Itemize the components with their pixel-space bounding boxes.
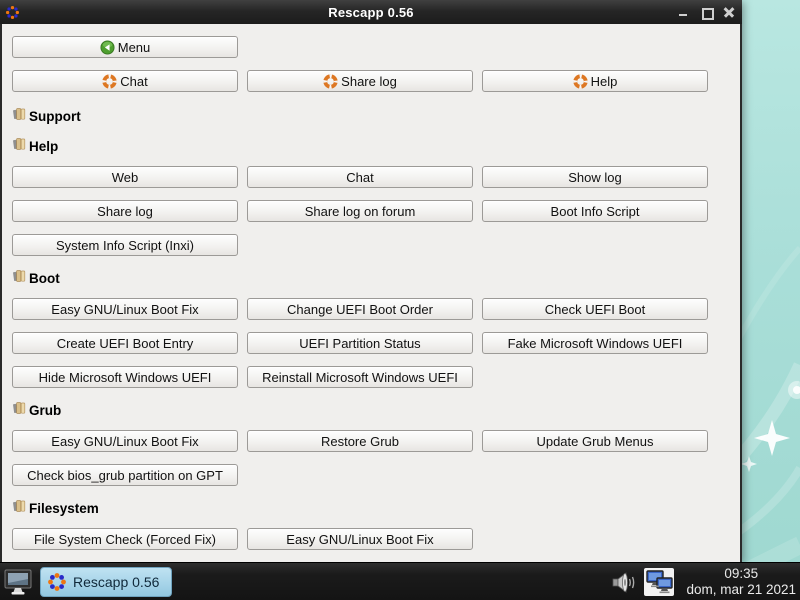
help-button[interactable]: Help bbox=[482, 70, 708, 92]
filesystem-section-buttons: File System Check (Forced Fix) Easy GNU/… bbox=[12, 528, 730, 550]
rescapp-window: Rescapp 0.56 Menu bbox=[0, 0, 742, 562]
folder-icon bbox=[12, 106, 27, 126]
section-title: Boot bbox=[29, 271, 60, 286]
boot-section-buttons: Easy GNU/Linux Boot Fix Change UEFI Boot… bbox=[12, 298, 730, 388]
chat-help-button[interactable]: Chat bbox=[247, 166, 473, 188]
lifebuoy-icon bbox=[102, 74, 117, 89]
clock-date: dom, mar 21 2021 bbox=[686, 582, 796, 598]
share-log-help-button[interactable]: Share log bbox=[12, 200, 238, 222]
create-uefi-entry-button[interactable]: Create UEFI Boot Entry bbox=[12, 332, 238, 354]
reinstall-ms-uefi-button[interactable]: Reinstall Microsoft Windows UEFI bbox=[247, 366, 473, 388]
change-uefi-order-button[interactable]: Change UEFI Boot Order bbox=[247, 298, 473, 320]
show-log-button[interactable]: Show log bbox=[482, 166, 708, 188]
help-section-buttons: Web Chat Show log Share log Share log on… bbox=[12, 166, 730, 256]
easy-boot-fix-button[interactable]: Easy GNU/Linux Boot Fix bbox=[12, 298, 238, 320]
network-tray-icon[interactable] bbox=[643, 567, 675, 597]
lifebuoy-icon bbox=[573, 74, 588, 89]
grub-section-buttons: Easy GNU/Linux Boot Fix Restore Grub Upd… bbox=[12, 430, 730, 486]
section-title: Filesystem bbox=[29, 501, 99, 516]
fs-easy-boot-fix-button[interactable]: Easy GNU/Linux Boot Fix bbox=[247, 528, 473, 550]
section-title: Support bbox=[29, 109, 81, 124]
chat-button-label: Chat bbox=[120, 74, 147, 89]
show-desktop-button[interactable] bbox=[0, 564, 36, 600]
share-log-button-label: Share log bbox=[341, 74, 397, 89]
grub-easy-boot-fix-button[interactable]: Easy GNU/Linux Boot Fix bbox=[12, 430, 238, 452]
titlebar[interactable]: Rescapp 0.56 bbox=[0, 0, 742, 24]
restore-grub-button[interactable]: Restore Grub bbox=[247, 430, 473, 452]
chat-button[interactable]: Chat bbox=[12, 70, 238, 92]
monitor-icon bbox=[3, 567, 33, 597]
menu-button-label: Menu bbox=[118, 40, 151, 55]
taskbar-task-rescapp[interactable]: Rescapp 0.56 bbox=[40, 567, 172, 597]
folder-icon bbox=[12, 136, 27, 156]
taskbar-clock[interactable]: 09:35 dom, mar 21 2021 bbox=[680, 566, 800, 598]
system-info-script-button[interactable]: System Info Script (Inxi) bbox=[12, 234, 238, 256]
fsck-forced-fix-button[interactable]: File System Check (Forced Fix) bbox=[12, 528, 238, 550]
hide-ms-uefi-button[interactable]: Hide Microsoft Windows UEFI bbox=[12, 366, 238, 388]
taskbar: Rescapp 0.56 bbox=[0, 562, 800, 600]
help-button-label: Help bbox=[591, 74, 618, 89]
section-header-boot: Boot bbox=[12, 270, 730, 286]
clock-time: 09:35 bbox=[686, 566, 796, 582]
window-title: Rescapp 0.56 bbox=[0, 5, 742, 20]
share-log-forum-button[interactable]: Share log on forum bbox=[247, 200, 473, 222]
minimize-button[interactable] bbox=[678, 7, 688, 17]
boot-info-script-button[interactable]: Boot Info Script bbox=[482, 200, 708, 222]
web-button[interactable]: Web bbox=[12, 166, 238, 188]
fake-ms-uefi-button[interactable]: Fake Microsoft Windows UEFI bbox=[482, 332, 708, 354]
folder-icon bbox=[12, 268, 27, 288]
uefi-partition-status-button[interactable]: UEFI Partition Status bbox=[247, 332, 473, 354]
rescapp-logo-icon bbox=[47, 572, 67, 592]
update-grub-menus-button[interactable]: Update Grub Menus bbox=[482, 430, 708, 452]
section-header-grub: Grub bbox=[12, 402, 730, 418]
volume-tray-icon[interactable] bbox=[610, 569, 638, 595]
section-title: Help bbox=[29, 139, 58, 154]
menu-button[interactable]: Menu bbox=[12, 36, 238, 58]
folder-icon bbox=[12, 498, 27, 518]
section-title: Grub bbox=[29, 403, 61, 418]
lifebuoy-icon bbox=[323, 74, 338, 89]
task-label: Rescapp 0.56 bbox=[73, 574, 159, 590]
section-header-help: Help bbox=[12, 138, 730, 154]
section-header-support: Support bbox=[12, 108, 730, 124]
maximize-button[interactable] bbox=[701, 7, 711, 17]
section-header-filesystem: Filesystem bbox=[12, 500, 730, 516]
close-button[interactable] bbox=[724, 7, 734, 17]
share-log-button[interactable]: Share log bbox=[247, 70, 473, 92]
folder-icon bbox=[12, 400, 27, 420]
check-bios-grub-button[interactable]: Check bios_grub partition on GPT bbox=[12, 464, 238, 486]
check-uefi-boot-button[interactable]: Check UEFI Boot bbox=[482, 298, 708, 320]
window-content: Menu Chat bbox=[2, 24, 740, 562]
go-back-icon bbox=[100, 40, 115, 55]
